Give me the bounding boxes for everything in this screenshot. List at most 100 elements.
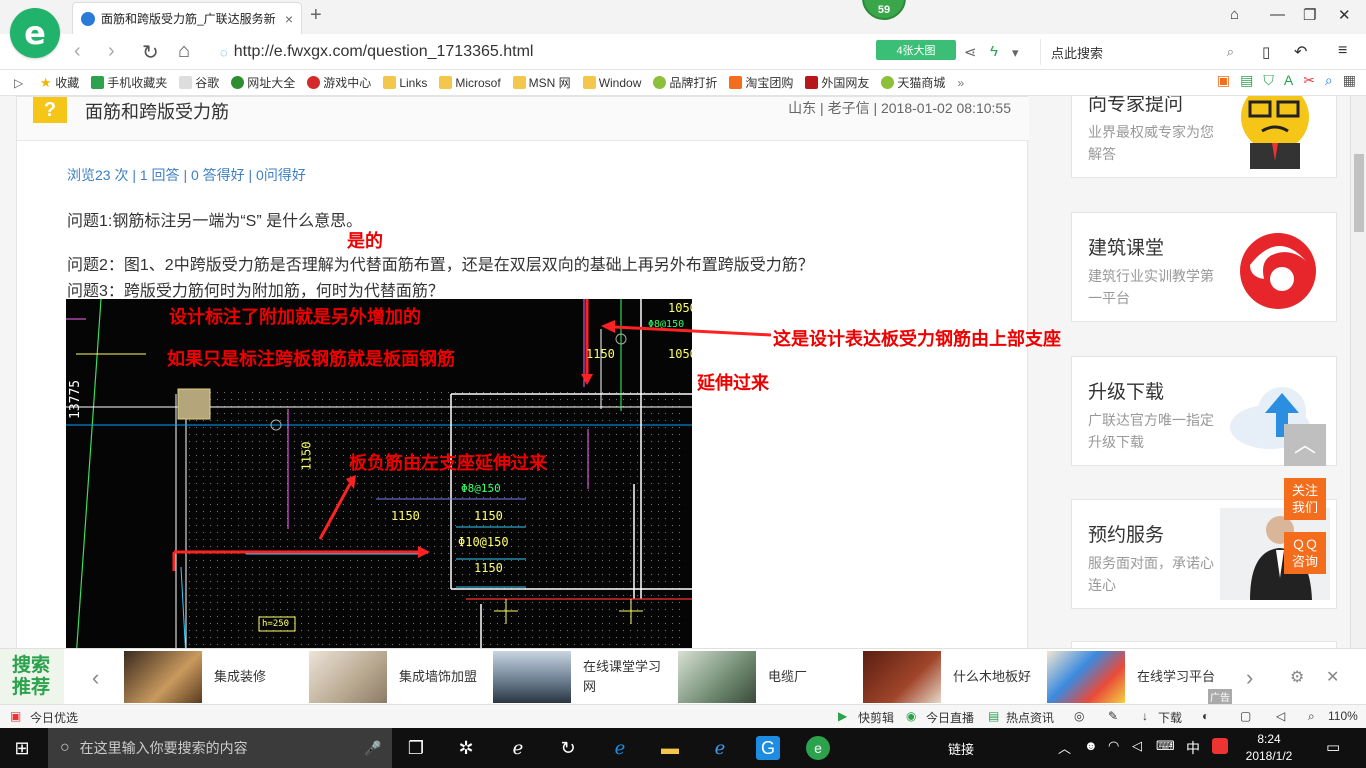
minimize-icon[interactable]: —	[1270, 6, 1285, 23]
follow-us-button[interactable]: 关注 我们	[1284, 478, 1326, 520]
bookmark-item[interactable]: 网址大全	[231, 74, 295, 91]
ad-item[interactable]: 电缆厂	[678, 651, 858, 703]
settings-gear-icon[interactable]: ⚙	[1290, 667, 1304, 687]
bookmark-toggle-icon[interactable]: ▷	[14, 76, 23, 90]
close-window-icon[interactable]: ✕	[1338, 6, 1351, 24]
ie-app-icon[interactable]: ℯ	[506, 736, 530, 760]
shirt-skin-icon[interactable]: ⌂	[1230, 6, 1239, 23]
taskbar-link-label[interactable]: 链接	[948, 739, 974, 758]
ad-item[interactable]: 什么木地板好	[863, 651, 1043, 703]
speed-icon[interactable]: ◎	[1074, 709, 1084, 723]
sidebar-card-expert[interactable]: 向专家提问 业界最权威专家为您解答	[1071, 96, 1337, 178]
ad-thumb	[493, 651, 571, 703]
sidebar-card-classroom[interactable]: 建筑课堂 建筑行业实训教学第一平台	[1071, 212, 1337, 322]
status-left-text[interactable]: 今日优选	[30, 709, 78, 726]
translate-icon[interactable]: A	[1284, 72, 1293, 89]
next-ad-icon[interactable]: ›	[1246, 665, 1253, 691]
page-scrollbar[interactable]	[1350, 96, 1366, 648]
new-tab-icon[interactable]: +	[310, 4, 322, 27]
bookmark-item[interactable]: 谷歌	[179, 74, 219, 91]
back-icon[interactable]: ‹	[74, 40, 81, 63]
wifi-icon[interactable]: ◠	[1108, 738, 1119, 754]
back-to-top-icon[interactable]: ︿	[1284, 424, 1326, 466]
close-ad-icon[interactable]: ✕	[1326, 667, 1339, 687]
chevron-down-icon[interactable]: ▾	[1012, 45, 1019, 61]
g-app-icon[interactable]: G	[756, 736, 780, 760]
scrollbar-thumb[interactable]	[1354, 154, 1364, 232]
keyboard-icon[interactable]: ⌨	[1156, 738, 1175, 754]
pinwheel-app-icon[interactable]: ✲	[454, 736, 478, 760]
shield-icon[interactable]: ⛉	[1263, 72, 1274, 89]
ad-item[interactable]: 在线学习平台	[1047, 651, 1227, 703]
sogou-ime-icon[interactable]	[1212, 738, 1228, 754]
microphone-icon[interactable]: 🎤	[364, 740, 381, 757]
download-link[interactable]: 下载	[1158, 709, 1182, 726]
home-icon[interactable]: ⌂	[178, 40, 190, 63]
bookmark-item[interactable]: 品牌打折	[653, 74, 717, 91]
bookmark-item[interactable]: Window	[582, 76, 641, 90]
sound-icon[interactable]: ◁	[1276, 709, 1285, 723]
ad-item[interactable]: 在线课堂学习网	[493, 651, 673, 703]
internet-explorer-icon[interactable]: ℯ	[708, 736, 732, 760]
bookmark-item[interactable]: 游戏中心	[307, 74, 371, 91]
bookmark-item[interactable]: Microsof	[439, 76, 501, 90]
ad-item[interactable]: 集成墙饰加盟	[309, 651, 489, 703]
ad-item[interactable]: 集成装修	[124, 651, 304, 703]
bookmark-item[interactable]: 外国网友	[805, 74, 869, 91]
qq-consult-button[interactable]: ＱＱ 咨询	[1284, 532, 1326, 574]
360-browser-icon[interactable]: e	[806, 736, 830, 760]
prev-ad-icon[interactable]: ‹	[92, 665, 99, 691]
explorer-icon[interactable]: ▬	[658, 736, 682, 760]
close-tab-icon[interactable]: ×	[285, 11, 293, 27]
news-link[interactable]: 热点资讯	[1006, 709, 1054, 726]
magnifier-icon[interactable]: ⌕	[1325, 72, 1333, 89]
bigpic-button[interactable]: 4张大图	[876, 40, 956, 60]
browser-icon[interactable]: ◐	[1202, 709, 1209, 723]
rebar-label: Φ8@150	[461, 482, 501, 495]
window-icon[interactable]: ▢	[1240, 709, 1251, 723]
action-center-icon[interactable]: ▭	[1326, 738, 1340, 756]
zoom-level[interactable]: 110%	[1328, 709, 1358, 723]
bookmark-item[interactable]: ★ 收藏	[39, 74, 79, 91]
taskbar-clock[interactable]: 8:24 2018/1/2	[1240, 731, 1298, 765]
search-icon[interactable]: ⌕	[1227, 44, 1234, 60]
forward-icon[interactable]: ›	[108, 40, 115, 63]
task-view-icon[interactable]: ❐	[404, 736, 428, 760]
bookmark-item[interactable]: 淘宝团购	[729, 74, 793, 91]
edge-icon[interactable]: ℯ	[608, 736, 632, 760]
bookmark-item[interactable]: MSN 网	[512, 74, 571, 91]
restore-icon[interactable]: ❐	[1303, 6, 1316, 24]
browser-logo-icon[interactable]: e	[10, 8, 60, 58]
windows-start-icon[interactable]: ⊞	[10, 736, 34, 760]
ime-indicator[interactable]: 中	[1186, 738, 1200, 758]
bookmark-item[interactable]: 天猫商城	[881, 74, 945, 91]
discount-icon[interactable]: ▣	[1217, 72, 1230, 89]
notification-badge[interactable]: 59	[862, 0, 906, 20]
search-input[interactable]: 点此搜索 ⌕	[1040, 39, 1240, 65]
bookmark-item[interactable]: Links	[383, 76, 427, 90]
dim-label: 1150	[391, 509, 420, 523]
refresh-icon[interactable]: ↻	[142, 40, 159, 65]
tray-chevron-icon[interactable]: ︿	[1058, 738, 1071, 757]
game-icon	[307, 76, 321, 89]
live-link[interactable]: 今日直播	[926, 709, 974, 726]
pin-icon[interactable]: ✎	[1108, 709, 1118, 723]
grid-icon[interactable]: ▦	[1343, 72, 1356, 89]
bookmark-item[interactable]: 手机收藏夹	[91, 74, 167, 91]
lightning-icon[interactable]: ϟ	[990, 43, 998, 60]
more-bookmarks-icon[interactable]: »	[957, 76, 964, 90]
mobile-icon[interactable]: ▯	[1262, 43, 1270, 61]
scissors-icon[interactable]: ✂	[1303, 72, 1315, 89]
browser-tab-active[interactable]: 面筋和跨版受力筋_广联达服务新 ×	[72, 2, 302, 34]
quick-edit-link[interactable]: 快剪辑	[858, 709, 894, 726]
book-icon[interactable]: ▤	[1240, 72, 1253, 89]
menu-icon[interactable]: ≡	[1338, 42, 1347, 60]
share-icon[interactable]: ⋖	[964, 43, 977, 61]
volume-icon[interactable]: ◁	[1132, 738, 1142, 754]
question-meta: 山东 | 老子信 | 2018-01-02 08:10:55	[788, 100, 1011, 116]
taskbar-search-input[interactable]: ○ 在这里输入你要搜索的内容 🎤	[48, 728, 392, 768]
refresh-app-icon[interactable]: ↻	[556, 736, 580, 760]
undo-icon[interactable]: ↶	[1294, 42, 1307, 62]
question-stats[interactable]: 浏览23 次 | 1 回答 | 0 答得好 | 0问得好	[67, 165, 306, 185]
person-icon[interactable]: ☻	[1084, 738, 1098, 753]
